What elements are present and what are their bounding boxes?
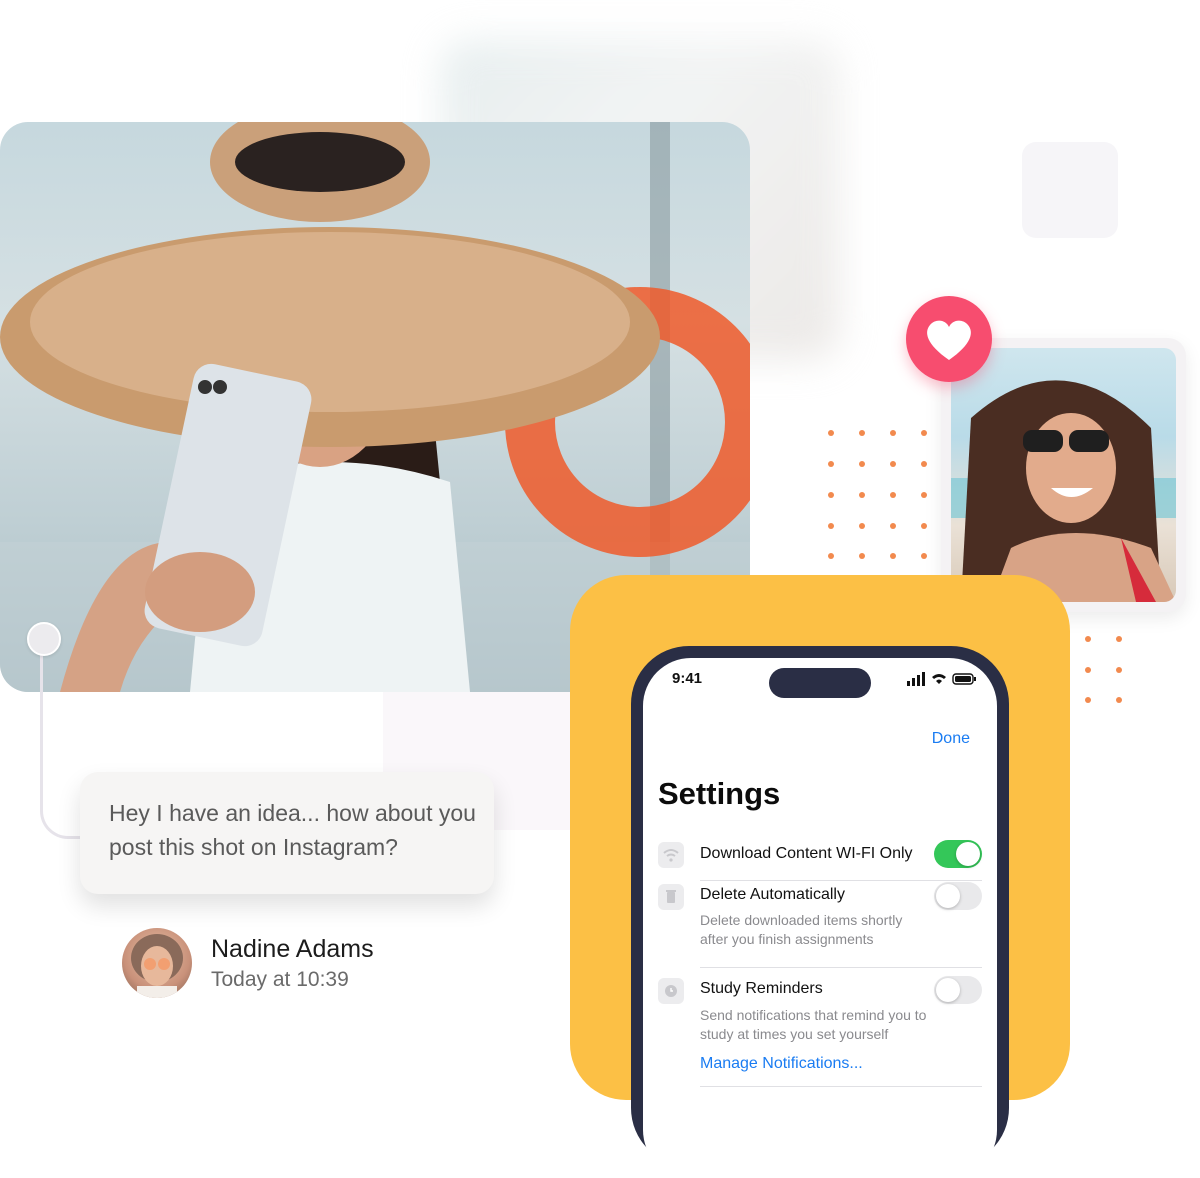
- decor-dot: [1085, 697, 1091, 703]
- connector-dot: [27, 622, 61, 656]
- phone-screen: 9:41 Done Settings Download Content WI-F…: [643, 658, 997, 1178]
- decor-dot: [921, 461, 927, 467]
- decor-dot: [828, 461, 834, 467]
- decor-dot: [859, 523, 865, 529]
- setting-label: Download Content WI-FI Only: [700, 845, 913, 862]
- status-time: 9:41: [672, 670, 703, 687]
- decor-dot: [828, 430, 834, 436]
- decor-dot: [1116, 697, 1122, 703]
- setting-label: Study Reminders: [700, 980, 823, 997]
- decor-dot: [1085, 636, 1091, 642]
- decor-dot: [921, 553, 927, 559]
- divider: [700, 1086, 982, 1087]
- decor-dot: [890, 430, 896, 436]
- decor-dot: [859, 461, 865, 467]
- chat-message: Hey I have an idea... how about you post…: [109, 800, 476, 860]
- wifi-only-toggle[interactable]: [934, 840, 982, 868]
- decor-dot: [828, 492, 834, 498]
- setting-label: Delete Automatically: [700, 886, 845, 903]
- clock-icon: [658, 978, 684, 1004]
- setting-row-study-reminders: Study Reminders Send notifications that …: [658, 974, 982, 1100]
- decor-dot: [1085, 667, 1091, 673]
- setting-description: Delete downloaded items shortly after yo…: [700, 912, 903, 947]
- decor-dot: [890, 461, 896, 467]
- done-button[interactable]: Done: [932, 730, 970, 748]
- setting-row-wifi-only: Download Content WI-FI Only: [658, 838, 982, 881]
- decor-dot: [828, 523, 834, 529]
- page-title: Settings: [658, 776, 781, 811]
- study-reminders-toggle[interactable]: [934, 976, 982, 1004]
- setting-row-delete-automatically: Delete Automatically Delete downloaded i…: [658, 880, 982, 970]
- beach-photo: [951, 348, 1176, 602]
- heart-icon: [927, 320, 971, 360]
- manage-notifications-link[interactable]: Manage Notifications...: [700, 1055, 863, 1073]
- decor-dot: [921, 492, 927, 498]
- delete-automatically-toggle[interactable]: [934, 882, 982, 910]
- decor-dot: [859, 430, 865, 436]
- avatar: [122, 928, 192, 998]
- decor-dot: [859, 492, 865, 498]
- decor-dot: [890, 523, 896, 529]
- decor-dot: [921, 430, 927, 436]
- message-timestamp: Today at 10:39: [211, 968, 349, 991]
- decor-dot: [828, 553, 834, 559]
- status-icons: [907, 672, 976, 686]
- decor-dot: [921, 523, 927, 529]
- like-badge[interactable]: [906, 296, 992, 382]
- decor-dot: [1116, 636, 1122, 642]
- phone-mockup: 9:41 Done Settings Download Content WI-F…: [631, 646, 1009, 1178]
- wifi-icon: [658, 842, 684, 868]
- decor-dot: [890, 492, 896, 498]
- decor-dot: [1116, 667, 1122, 673]
- chat-bubble: Hey I have an idea... how about you post…: [80, 772, 494, 894]
- dynamic-island: [769, 668, 871, 698]
- decorative-square: [1022, 142, 1118, 238]
- trash-icon: [658, 884, 684, 910]
- author-name: Nadine Adams: [211, 935, 374, 963]
- decor-dot: [859, 553, 865, 559]
- decor-dot: [890, 553, 896, 559]
- setting-description: Send notifications that remind you to st…: [700, 1007, 927, 1042]
- divider: [700, 967, 982, 968]
